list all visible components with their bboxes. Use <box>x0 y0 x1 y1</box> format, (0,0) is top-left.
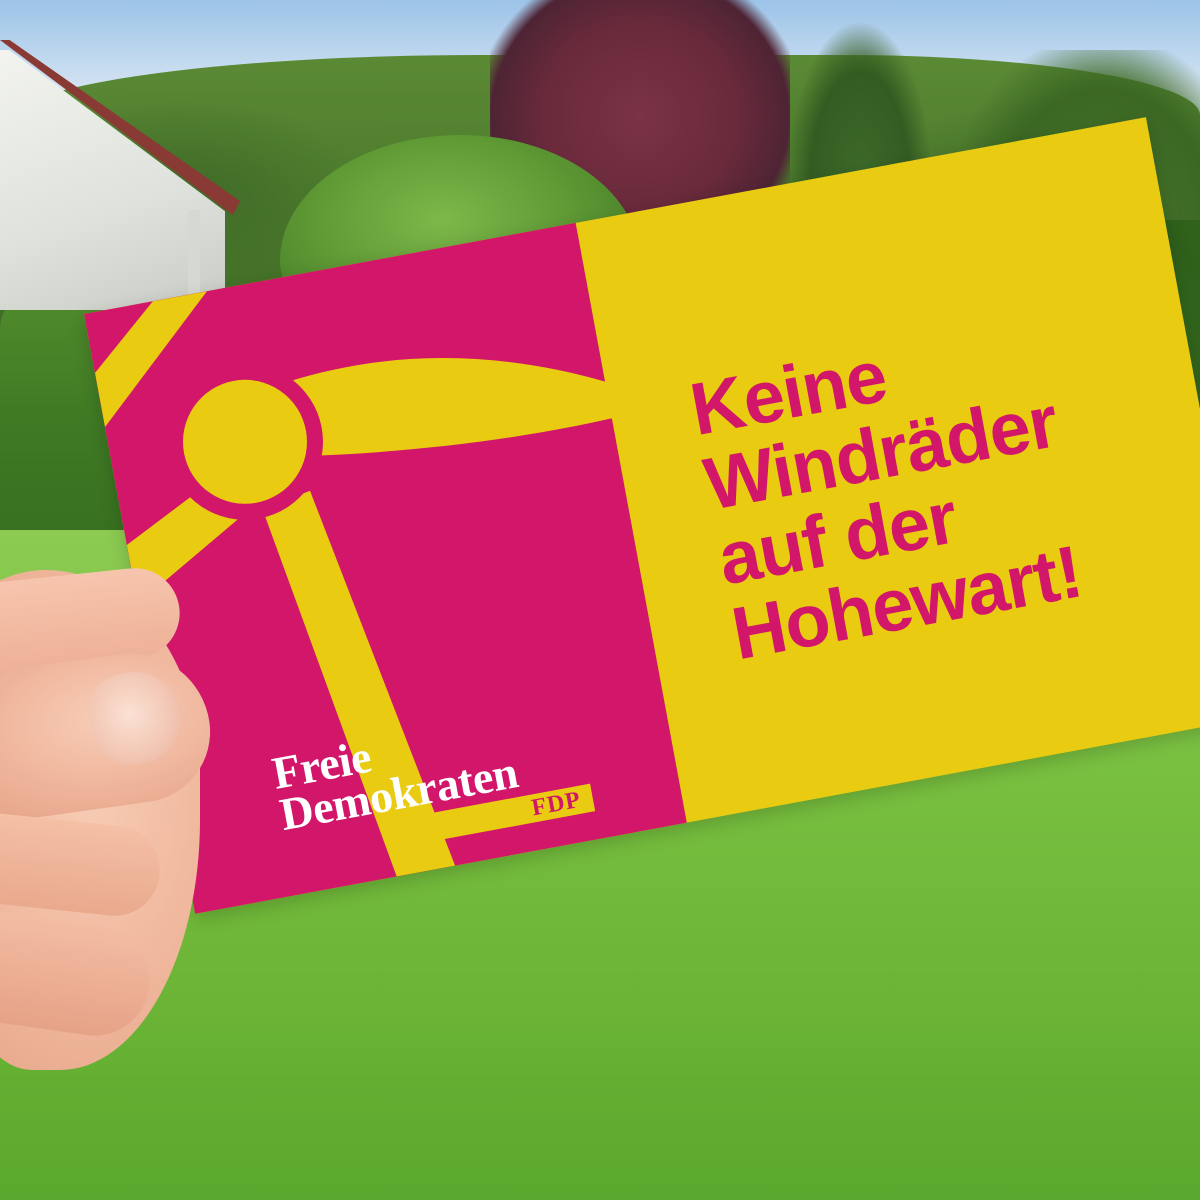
house-gutter <box>188 210 200 300</box>
photo-scene: Keine Windräder auf der Hohewart! Freie … <box>0 0 1200 1200</box>
turbine-tower <box>262 490 467 906</box>
